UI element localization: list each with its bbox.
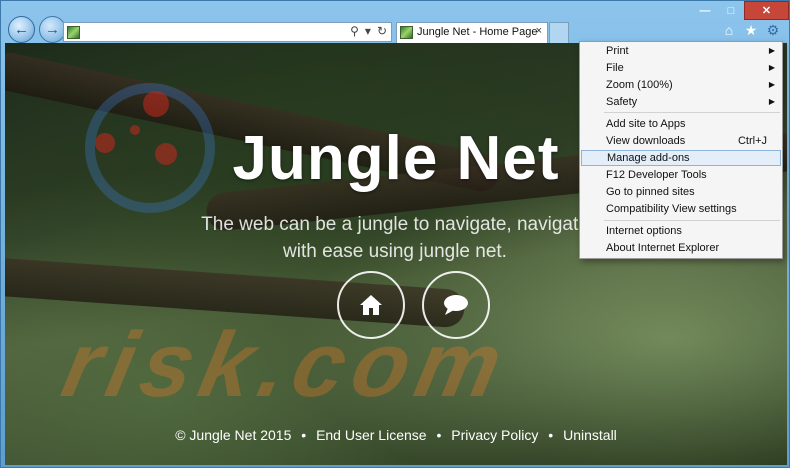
back-button[interactable]: ← <box>8 16 35 43</box>
menu-item-print[interactable]: Print ▶ <box>581 43 781 59</box>
menu-item-view-downloads[interactable]: View downloads Ctrl+J <box>581 133 781 149</box>
tab-title: Jungle Net - Home Page <box>417 26 538 38</box>
tab-close-icon[interactable]: × <box>536 25 542 37</box>
menu-item-manage-add-ons[interactable]: Manage add-ons <box>581 150 781 166</box>
page-footer: © Jungle Net 2015 • End User License • P… <box>5 427 787 443</box>
new-tab-button[interactable] <box>549 22 569 43</box>
page-tagline: The web can be a jungle to navigate, nav… <box>201 214 589 262</box>
tab-jungle-net[interactable]: Jungle Net - Home Page × <box>396 22 548 43</box>
gear-icon[interactable]: ⚙ <box>765 22 781 39</box>
menu-item-zoom[interactable]: Zoom (100%) ▶ <box>581 77 781 93</box>
menu-separator <box>604 220 780 221</box>
browser-window: ← → ⚲ ▾ ↻ Jungle Net - Home Page × — □ ✕ <box>0 0 790 468</box>
end-user-license-link[interactable]: End User License <box>316 427 427 443</box>
footer-copyright: © Jungle Net 2015 <box>175 427 292 443</box>
back-arrow-icon: ← <box>14 21 29 38</box>
menu-item-label: Manage add-ons <box>607 152 690 164</box>
menu-item-about-ie[interactable]: About Internet Explorer <box>581 240 781 256</box>
menu-item-file[interactable]: File ▶ <box>581 60 781 76</box>
menu-item-label: Compatibility View settings <box>606 203 737 215</box>
browser-toolbar: ← → ⚲ ▾ ↻ Jungle Net - Home Page × — □ ✕ <box>1 1 790 43</box>
watermark-dot <box>143 91 169 117</box>
menu-shortcut: Ctrl+J <box>737 135 767 147</box>
submenu-arrow-icon: ▶ <box>768 46 775 55</box>
menu-item-internet-options[interactable]: Internet options <box>581 223 781 239</box>
forward-button[interactable]: → <box>39 16 66 43</box>
minimize-button[interactable]: — <box>692 1 718 20</box>
menu-item-label: Print <box>606 45 629 57</box>
submenu-arrow-icon: ▶ <box>768 63 775 72</box>
menu-item-safety[interactable]: Safety ▶ <box>581 94 781 110</box>
maximize-button[interactable]: □ <box>718 1 744 20</box>
menu-item-label: Go to pinned sites <box>606 186 695 198</box>
footer-separator: • <box>301 427 307 443</box>
submenu-arrow-icon: ▶ <box>768 80 775 89</box>
speech-bubble-icon <box>444 295 468 315</box>
menu-item-label: Add site to Apps <box>606 118 686 130</box>
window-controls: — □ ✕ <box>692 1 789 20</box>
privacy-policy-link[interactable]: Privacy Policy <box>451 427 538 443</box>
menu-item-label: Internet options <box>606 225 682 237</box>
toolbar-icons: ⌂ ★ ⚙ <box>721 22 781 39</box>
submenu-arrow-icon: ▶ <box>768 97 775 106</box>
menu-item-label: About Internet Explorer <box>606 242 720 254</box>
close-button[interactable]: ✕ <box>744 1 789 20</box>
home-icon[interactable]: ⌂ <box>721 22 737 39</box>
address-bar[interactable]: ⚲ ▾ ↻ <box>63 22 392 42</box>
menu-item-go-to-pinned-sites[interactable]: Go to pinned sites <box>581 184 781 200</box>
search-icon[interactable]: ⚲ <box>350 24 359 38</box>
menu-item-label: F12 Developer Tools <box>606 169 707 181</box>
forward-arrow-icon: → <box>45 21 60 38</box>
menu-item-label: View downloads <box>606 135 686 147</box>
menu-item-compatibility-view[interactable]: Compatibility View settings <box>581 201 781 217</box>
uninstall-link[interactable]: Uninstall <box>563 427 617 443</box>
menu-item-label: Zoom (100%) <box>606 79 673 91</box>
menu-item-add-site-to-apps[interactable]: Add site to Apps <box>581 116 781 132</box>
menu-separator <box>604 112 780 113</box>
dropdown-icon[interactable]: ▾ <box>365 24 371 38</box>
refresh-icon[interactable]: ↻ <box>377 24 387 38</box>
menu-item-label: File <box>606 62 624 74</box>
address-icons: ⚲ ▾ ↻ <box>350 24 387 38</box>
footer-separator: • <box>436 427 442 443</box>
chat-button[interactable] <box>422 271 490 339</box>
favorites-star-icon[interactable]: ★ <box>743 22 759 39</box>
menu-item-label: Safety <box>606 96 638 108</box>
footer-separator: • <box>548 427 554 443</box>
menu-item-f12-developer-tools[interactable]: F12 Developer Tools <box>581 167 781 183</box>
home-button[interactable] <box>337 271 405 339</box>
site-favicon-icon <box>67 26 80 39</box>
tools-menu: Print ▶ File ▶ Zoom (100%) ▶ Safety ▶ Ad… <box>579 41 783 259</box>
home-icon <box>360 295 382 315</box>
tab-favicon-icon <box>400 26 413 39</box>
